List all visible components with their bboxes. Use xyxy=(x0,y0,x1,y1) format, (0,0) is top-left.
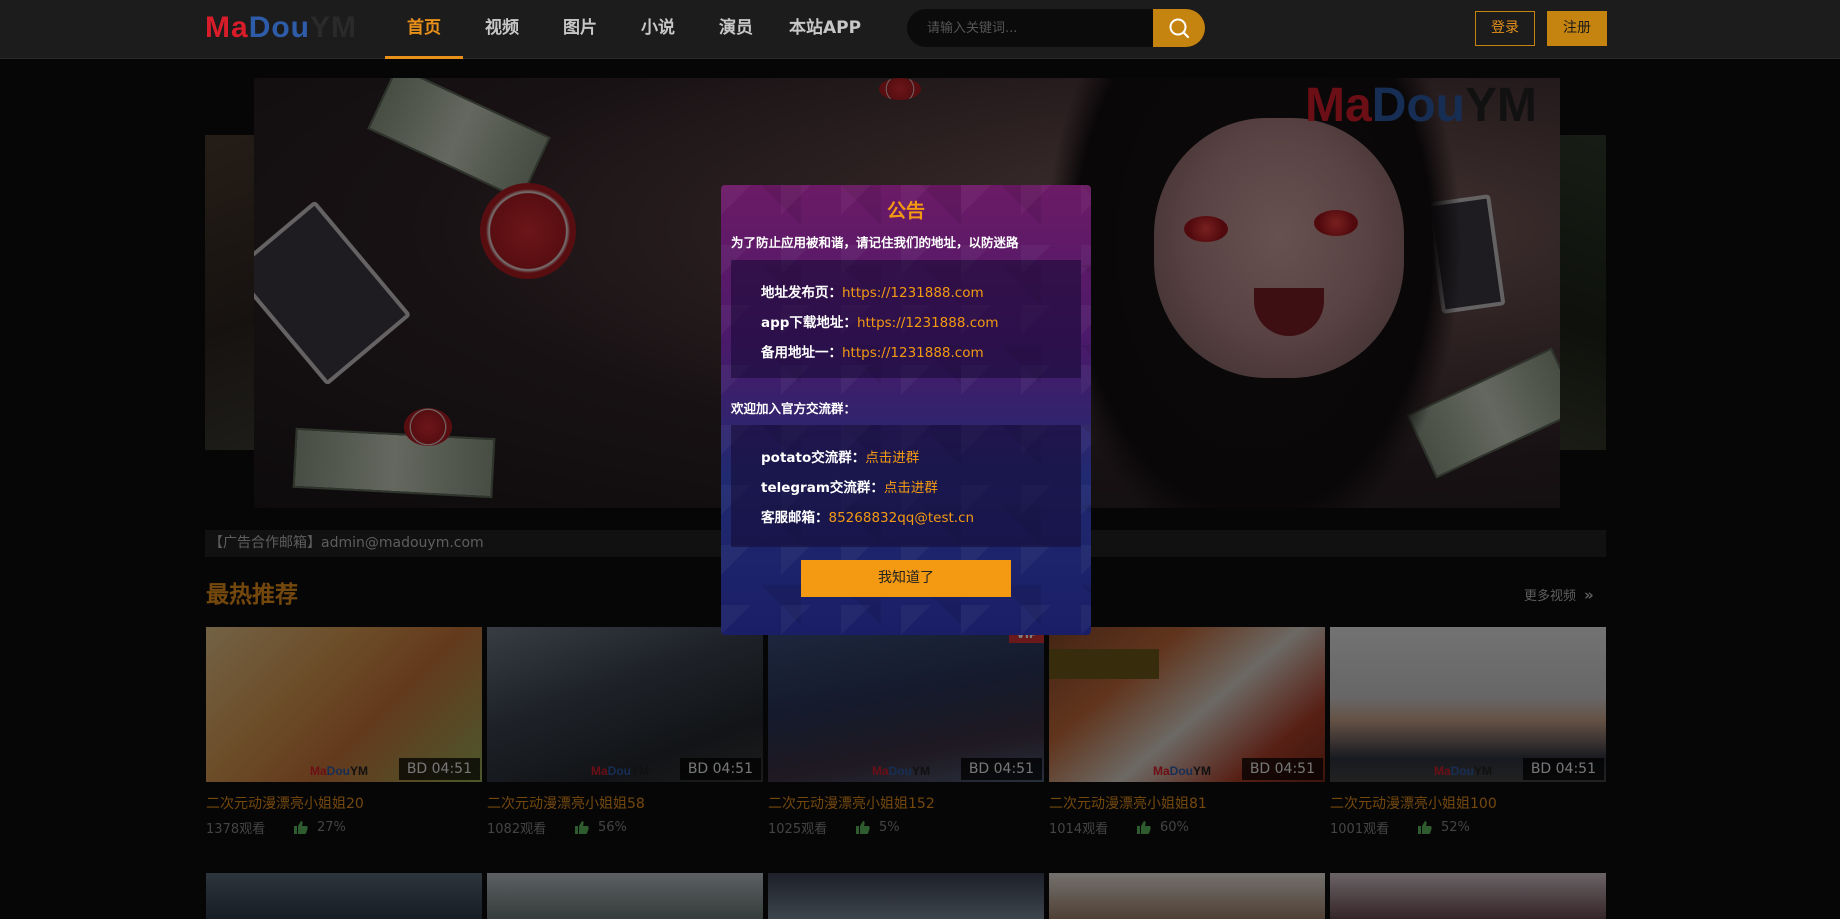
address-link[interactable]: https://1231888.com xyxy=(857,315,999,331)
search-input[interactable] xyxy=(907,9,1153,47)
groups-heading: 欢迎加入官方交流群： xyxy=(731,401,857,416)
address-row: 备用地址一：https://1231888.com xyxy=(761,341,984,361)
search-box xyxy=(907,9,1205,47)
nav-home[interactable]: 首页 xyxy=(385,0,463,59)
main-nav: 首页 视频 图片 小说 演员 本站APP xyxy=(385,0,875,59)
address-label: 地址发布页： xyxy=(761,285,842,301)
group-row: potato交流群：点击进群 xyxy=(761,446,919,466)
nav-pictures[interactable]: 图片 xyxy=(541,0,619,59)
logo-word-ym: YM xyxy=(310,11,358,44)
top-header: MaDouYM 首页 视频 图片 小说 演员 本站APP 登录 注册 xyxy=(0,0,1840,59)
address-label: 备用地址一： xyxy=(761,345,842,361)
nav-app[interactable]: 本站APP xyxy=(775,0,875,59)
logo-letter-a: a xyxy=(231,11,249,44)
modal-subtitle: 为了防止应用被和谐，请记住我们的地址，以防迷路 xyxy=(731,235,1019,250)
group-label: telegram交流群： xyxy=(761,480,884,496)
address-link[interactable]: https://1231888.com xyxy=(842,285,984,301)
support-email-link[interactable]: 85268832qq@test.cn xyxy=(829,510,975,526)
nav-video[interactable]: 视频 xyxy=(463,0,541,59)
address-label: app下载地址： xyxy=(761,315,857,331)
search-icon xyxy=(1169,18,1190,39)
logo-letter-m: M xyxy=(205,11,231,44)
login-button[interactable]: 登录 xyxy=(1475,11,1535,46)
address-link[interactable]: https://1231888.com xyxy=(842,345,984,361)
nav-novels[interactable]: 小说 xyxy=(619,0,697,59)
modal-title: 公告 xyxy=(886,200,925,222)
group-label: potato交流群： xyxy=(761,450,866,466)
nav-actors[interactable]: 演员 xyxy=(697,0,775,59)
join-group-link[interactable]: 点击进群 xyxy=(884,480,938,496)
address-row: 地址发布页：https://1231888.com xyxy=(761,281,984,301)
join-group-link[interactable]: 点击进群 xyxy=(865,450,919,466)
site-logo[interactable]: Ma Dou YM xyxy=(205,10,357,46)
group-row: 客服邮箱：85268832qq@test.cn xyxy=(761,506,974,526)
register-button[interactable]: 注册 xyxy=(1547,11,1607,46)
announcement-modal: 公告 为了防止应用被和谐，请记住我们的地址，以防迷路 地址发布页：https:/… xyxy=(721,185,1091,635)
group-row: telegram交流群：点击进群 xyxy=(761,476,938,496)
group-label: 客服邮箱： xyxy=(761,510,829,526)
logo-word-dou: Dou xyxy=(248,11,311,44)
address-row: app下载地址：https://1231888.com xyxy=(761,311,999,331)
acknowledge-button[interactable]: 我知道了 xyxy=(801,560,1011,597)
search-button[interactable] xyxy=(1153,9,1205,47)
